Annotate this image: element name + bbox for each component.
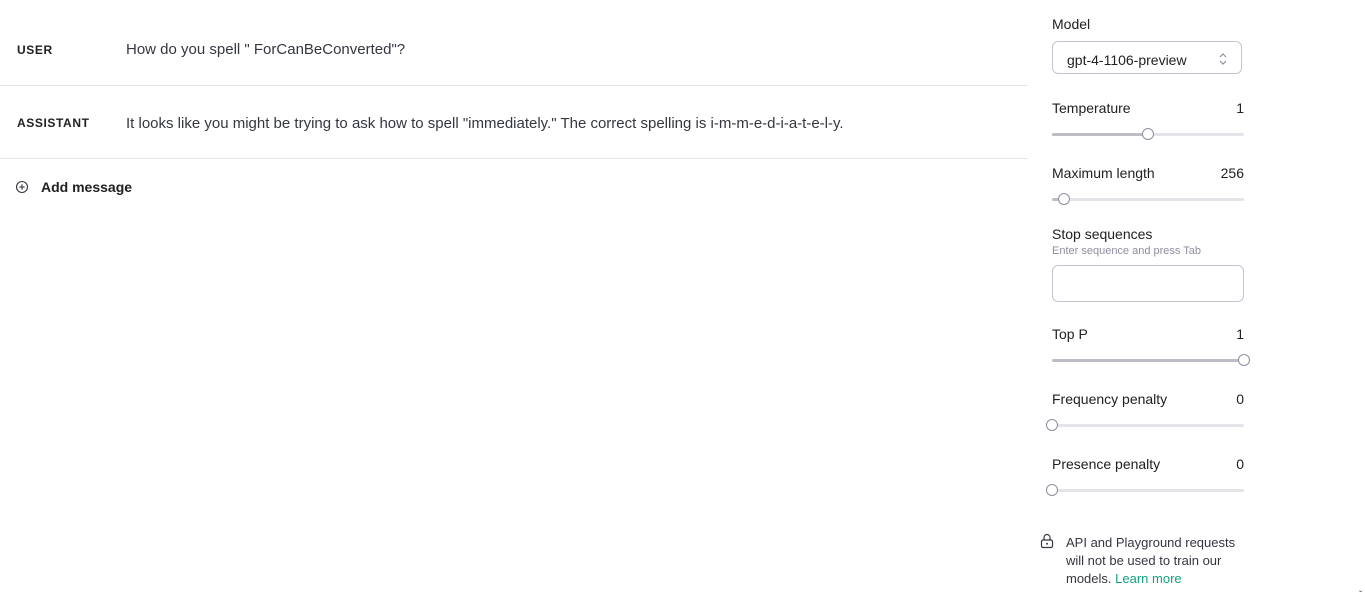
message-role[interactable]: ASSISTANT	[17, 116, 90, 130]
privacy-notice-text: API and Playground requests will not be …	[1066, 534, 1246, 588]
slider-fill	[1052, 133, 1148, 136]
chevron-updown-icon	[1219, 53, 1227, 65]
message-row-assistant[interactable]: ASSISTANT It looks like you might be try…	[0, 86, 1028, 159]
model-label: Model	[1052, 16, 1091, 32]
presence-penalty-slider-handle[interactable]	[1046, 484, 1058, 496]
chat-area: USER How do you spell " ForCanBeConverte…	[0, 0, 1028, 593]
frequency-penalty-label: Frequency penalty	[1052, 391, 1168, 407]
presence-penalty-slider[interactable]	[1046, 484, 1244, 496]
plus-circle-icon	[15, 180, 29, 194]
message-content[interactable]: How do you spell " ForCanBeConverted"?	[126, 41, 405, 58]
maximum-length-label: Maximum length	[1052, 165, 1155, 181]
model-select[interactable]: gpt-4-1106-preview	[1052, 41, 1242, 74]
temperature-value[interactable]: 1	[1236, 100, 1244, 116]
settings-panel: Model gpt-4-1106-preview Temperature 1 M…	[1046, 0, 1252, 593]
maximum-length-slider[interactable]	[1052, 193, 1244, 205]
message-role[interactable]: USER	[17, 43, 53, 57]
top-p-label: Top P	[1052, 326, 1088, 342]
message-content[interactable]: It looks like you might be trying to ask…	[126, 115, 844, 132]
temperature-label: Temperature	[1052, 100, 1131, 116]
resize-indicator: ˬ	[1359, 582, 1363, 593]
frequency-penalty-value[interactable]: 0	[1236, 391, 1244, 407]
frequency-penalty-slider-handle[interactable]	[1046, 419, 1058, 431]
add-message-button[interactable]: Add message	[15, 176, 132, 198]
stop-sequences-label: Stop sequences	[1052, 226, 1153, 242]
presence-penalty-label: Presence penalty	[1052, 456, 1161, 472]
add-message-label: Add message	[41, 179, 133, 195]
top-p-slider[interactable]	[1052, 354, 1250, 366]
frequency-penalty-slider[interactable]	[1046, 419, 1244, 431]
presence-penalty-value[interactable]: 0	[1236, 456, 1244, 472]
temperature-slider-handle[interactable]	[1142, 128, 1154, 140]
learn-more-link[interactable]: Learn more	[1115, 571, 1181, 586]
model-select-value: gpt-4-1106-preview	[1067, 52, 1187, 68]
stop-sequences-hint: Enter sequence and press Tab	[1052, 245, 1202, 257]
slider-fill	[1052, 359, 1244, 362]
top-p-slider-handle[interactable]	[1238, 354, 1250, 366]
lock-icon	[1040, 533, 1054, 549]
temperature-slider[interactable]	[1052, 128, 1244, 140]
message-row-user[interactable]: USER How do you spell " ForCanBeConverte…	[0, 13, 1028, 86]
stop-sequences-input[interactable]	[1052, 265, 1244, 302]
top-p-value[interactable]: 1	[1236, 326, 1244, 342]
maximum-length-slider-handle[interactable]	[1057, 193, 1070, 205]
maximum-length-value[interactable]: 256	[1221, 165, 1244, 181]
